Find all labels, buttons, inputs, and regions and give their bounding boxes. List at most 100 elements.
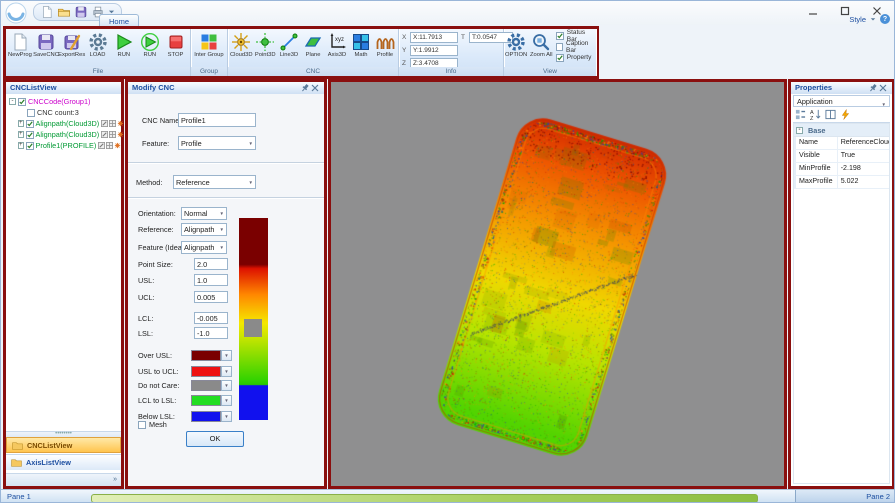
edit-icon[interactable] [101, 131, 108, 138]
button-label: Axis3D [328, 52, 346, 58]
color-dropdown-icon[interactable]: ▼ [221, 411, 232, 422]
tree-node[interactable]: CNC count:3 [6, 107, 121, 118]
color-swatch[interactable] [191, 350, 221, 361]
option-button[interactable]: OPTION [504, 30, 529, 63]
save-icon[interactable] [74, 5, 88, 19]
nav-item-cnclistview[interactable]: CNCListView [6, 437, 121, 453]
exportres-button[interactable]: ExportRes [59, 30, 85, 59]
checkbox-caption-bar[interactable]: Caption Bar [556, 41, 596, 52]
add-icon[interactable] [117, 131, 124, 138]
stop-button[interactable]: STOP [163, 30, 189, 59]
color-dropdown-icon[interactable]: ▼ [221, 350, 232, 361]
tree-checkbox[interactable] [18, 98, 26, 106]
point-size-input[interactable]: 2.0 [194, 258, 228, 270]
expander-icon[interactable]: + [18, 142, 24, 149]
lsl-input[interactable]: -1.0 [194, 327, 228, 339]
new-document-icon[interactable] [40, 5, 54, 19]
inter-group-button[interactable]: Inter Group [192, 30, 226, 59]
property-value[interactable]: -2.198 [838, 163, 889, 175]
tree-node[interactable]: +Profile1(PROFILE) [6, 140, 121, 151]
tree-checkbox[interactable] [26, 120, 34, 128]
help-icon[interactable]: ? [880, 14, 890, 24]
edit-icon[interactable] [98, 142, 105, 149]
mesh-checkbox[interactable] [138, 421, 146, 429]
minimize-button[interactable] [802, 4, 824, 18]
color-swatch[interactable] [191, 411, 221, 422]
app-logo-icon[interactable] [4, 1, 28, 25]
orientation-select[interactable]: Normal [181, 207, 227, 220]
categorized-icon[interactable] [795, 109, 806, 122]
profile-button[interactable]: Profile [373, 30, 397, 59]
expander-icon[interactable]: - [9, 98, 16, 105]
savecnc-button[interactable]: SaveCNC [33, 30, 59, 59]
close-panel-icon[interactable] [878, 83, 888, 93]
feature-ideal-select[interactable]: Alignpath [181, 241, 227, 254]
color-swatch[interactable] [191, 366, 221, 377]
color-dropdown-icon[interactable]: ▼ [221, 380, 232, 391]
expander-icon[interactable]: + [18, 131, 24, 138]
properties-group-base[interactable]: - Base [794, 124, 889, 137]
property-row-name[interactable]: NameReferenceCloud [794, 137, 889, 150]
properties-object-select[interactable]: Application [793, 95, 890, 107]
color-dropdown-icon[interactable]: ▼ [221, 395, 232, 406]
cnc-name-input[interactable]: Profile1 [178, 113, 256, 127]
open-folder-icon[interactable] [57, 5, 71, 19]
point-cloud-canvas[interactable] [331, 82, 784, 486]
newprog-button[interactable]: NewProg [7, 30, 33, 59]
cloud3d-button[interactable]: Cloud3D [229, 30, 254, 59]
events-bolt-icon[interactable] [840, 109, 851, 122]
tree-checkbox[interactable] [26, 131, 34, 139]
property-value[interactable]: ReferenceCloud [838, 137, 889, 149]
ok-button[interactable]: OK [186, 431, 244, 447]
axis3d-button[interactable]: xyzAxis3D [325, 30, 349, 59]
line3d-button[interactable]: Line3D [277, 30, 301, 59]
property-value[interactable]: True [838, 150, 889, 162]
pin-icon[interactable] [300, 83, 310, 93]
color-swatch[interactable] [191, 380, 221, 391]
expander-icon[interactable]: + [18, 120, 24, 127]
pin-icon[interactable] [868, 83, 878, 93]
load-button[interactable]: LOAD [85, 30, 111, 59]
collapse-icon[interactable]: - [796, 127, 803, 134]
nav-item-axislistview[interactable]: AxisListView [6, 454, 121, 470]
add-icon[interactable] [117, 120, 124, 127]
usl-input[interactable]: 1.0 [194, 274, 228, 286]
tree-checkbox[interactable] [27, 109, 35, 117]
lcl-input[interactable]: -0.005 [194, 312, 228, 324]
method-select[interactable]: Reference [173, 175, 256, 189]
coord-x-value[interactable]: X:11.7913 [410, 32, 458, 43]
point3d-button[interactable]: Point3D [254, 30, 278, 59]
close-panel-icon[interactable] [310, 83, 320, 93]
export-result-icon [62, 32, 82, 52]
add-icon[interactable] [114, 142, 121, 149]
columns-icon[interactable] [825, 109, 836, 122]
edit-icon[interactable] [101, 120, 108, 127]
tree-node[interactable]: +Alignpath(Cloud3D) [6, 129, 121, 140]
property-row-visible[interactable]: VisibleTrue [794, 150, 889, 163]
reference-select[interactable]: Alignpath [181, 223, 227, 236]
grid-icon[interactable] [109, 120, 116, 127]
property-row-maxprofile[interactable]: MaxProfile5.022 [794, 176, 889, 189]
nav-overflow-button[interactable]: » [6, 473, 121, 486]
run-button[interactable]: RUN [111, 30, 137, 59]
property-row-minprofile[interactable]: MinProfile-2.198 [794, 163, 889, 176]
sort-az-icon[interactable]: AZ [810, 109, 821, 122]
grid-icon[interactable] [106, 142, 113, 149]
color-swatch[interactable] [191, 395, 221, 406]
math-button[interactable]: Math [349, 30, 373, 59]
checkbox-property[interactable]: Property [556, 52, 596, 63]
property-value[interactable]: 5.022 [838, 176, 889, 188]
tree-checkbox[interactable] [26, 142, 34, 150]
run-button[interactable]: RUN [137, 30, 163, 59]
tree-node[interactable]: +Alignpath(Cloud3D) [6, 118, 121, 129]
zoom-all-button[interactable]: Zoom All [529, 30, 554, 63]
feature-select[interactable]: Profile [178, 136, 256, 150]
color-dropdown-icon[interactable]: ▼ [221, 366, 232, 377]
grid-icon[interactable] [109, 131, 116, 138]
ucl-input[interactable]: 0.005 [194, 291, 228, 303]
mesh-checkbox-row[interactable]: Mesh [138, 420, 167, 429]
coord-y-value[interactable]: Y:1.9912 [410, 45, 458, 56]
tree-node[interactable]: -CNCCode(Group1) [6, 96, 121, 107]
style-selector[interactable]: Style ? [849, 14, 890, 24]
plane-button[interactable]: Plane [301, 30, 325, 59]
